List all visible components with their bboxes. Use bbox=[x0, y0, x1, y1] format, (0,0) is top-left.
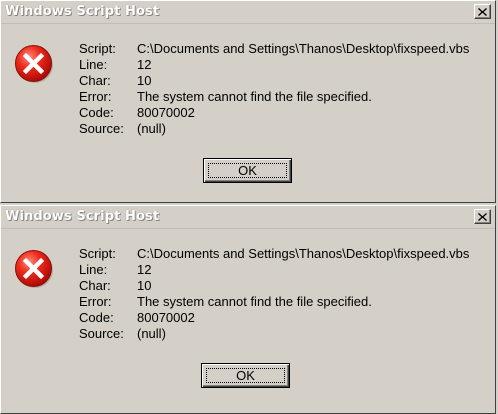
char-label: Char: bbox=[79, 278, 111, 293]
source-value: (null) bbox=[137, 326, 166, 341]
detail-row-line: Line: 12 bbox=[79, 57, 469, 73]
error-label: Error: bbox=[79, 294, 112, 309]
code-value: 80070002 bbox=[137, 310, 195, 325]
ok-button[interactable]: OK bbox=[201, 363, 290, 388]
window-title: Windows Script Host bbox=[5, 209, 160, 224]
error-details: Script: C:\Documents and Settings\Thanos… bbox=[79, 246, 469, 342]
error-icon bbox=[15, 45, 53, 83]
ok-button-label: OK bbox=[236, 368, 255, 383]
script-label: Script: bbox=[79, 41, 116, 56]
error-details: Script: C:\Documents and Settings\Thanos… bbox=[79, 41, 469, 137]
code-value: 80070002 bbox=[137, 105, 195, 120]
close-button[interactable] bbox=[474, 209, 491, 224]
detail-row-source: Source: (null) bbox=[79, 326, 469, 342]
error-dialog: Windows Script Host Script: C:\Documents… bbox=[0, 205, 496, 414]
line-label: Line: bbox=[79, 57, 108, 72]
window-title: Windows Script Host bbox=[5, 4, 160, 19]
detail-row-error: Error: The system cannot find the file s… bbox=[79, 294, 469, 310]
script-label: Script: bbox=[79, 246, 116, 261]
line-value: 12 bbox=[137, 57, 152, 72]
script-value: C:\Documents and Settings\Thanos\Desktop… bbox=[137, 41, 470, 56]
detail-row-error: Error: The system cannot find the file s… bbox=[79, 89, 469, 105]
char-value: 10 bbox=[137, 73, 152, 88]
title-bar[interactable]: Windows Script Host bbox=[1, 206, 495, 229]
source-value: (null) bbox=[137, 121, 166, 136]
detail-row-line: Line: 12 bbox=[79, 262, 469, 278]
error-icon bbox=[15, 250, 53, 288]
source-label: Source: bbox=[79, 121, 124, 136]
detail-row-script: Script: C:\Documents and Settings\Thanos… bbox=[79, 41, 469, 57]
char-label: Char: bbox=[79, 73, 111, 88]
detail-row-source: Source: (null) bbox=[79, 121, 469, 137]
source-label: Source: bbox=[79, 326, 124, 341]
close-button[interactable] bbox=[474, 4, 491, 19]
close-icon bbox=[478, 7, 487, 16]
line-label: Line: bbox=[79, 262, 108, 277]
title-bar[interactable]: Windows Script Host bbox=[1, 1, 495, 24]
detail-row-code: Code: 80070002 bbox=[79, 310, 469, 326]
script-value: C:\Documents and Settings\Thanos\Desktop… bbox=[137, 246, 470, 261]
error-value: The system cannot find the file specifie… bbox=[137, 294, 372, 309]
detail-row-char: Char: 10 bbox=[79, 278, 469, 294]
code-label: Code: bbox=[79, 310, 114, 325]
detail-row-code: Code: 80070002 bbox=[79, 105, 469, 121]
ok-button[interactable]: OK bbox=[203, 158, 292, 183]
code-label: Code: bbox=[79, 105, 114, 120]
close-icon bbox=[478, 212, 487, 221]
error-label: Error: bbox=[79, 89, 112, 104]
error-value: The system cannot find the file specifie… bbox=[137, 89, 372, 104]
detail-row-script: Script: C:\Documents and Settings\Thanos… bbox=[79, 246, 469, 262]
detail-row-char: Char: 10 bbox=[79, 73, 469, 89]
char-value: 10 bbox=[137, 278, 152, 293]
error-dialog: Windows Script Host Script: C:\Documents… bbox=[0, 0, 496, 203]
line-value: 12 bbox=[137, 262, 152, 277]
ok-button-label: OK bbox=[238, 163, 257, 178]
